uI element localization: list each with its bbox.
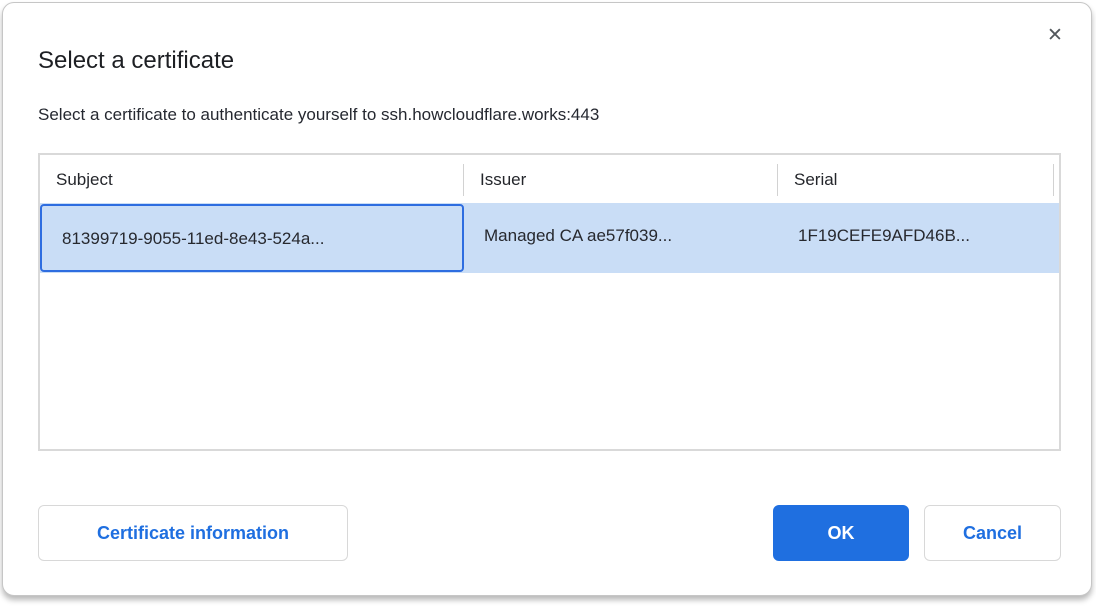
page-title: Select a certificate: [38, 47, 234, 75]
cell-subject: 81399719-9055-11ed-8e43-524a...: [40, 204, 464, 272]
certificate-table: Subject Issuer Serial 81399719-9055-11ed…: [38, 153, 1061, 451]
table-header-row: Subject Issuer Serial: [40, 155, 1059, 203]
cancel-button[interactable]: Cancel: [924, 505, 1061, 561]
certificate-information-button[interactable]: Certificate information: [38, 505, 348, 561]
certificate-dialog: ✕ Select a certificate Select a certific…: [2, 2, 1092, 596]
certificate-row-selected[interactable]: 81399719-9055-11ed-8e43-524a... Managed …: [40, 203, 1059, 273]
column-header-serial: Serial: [778, 155, 1054, 203]
ok-button[interactable]: OK: [773, 505, 909, 561]
dialog-subtitle: Select a certificate to authenticate you…: [38, 105, 599, 125]
column-header-issuer: Issuer: [464, 155, 778, 203]
cell-issuer: Managed CA ae57f039...: [464, 203, 778, 273]
close-button[interactable]: ✕: [1041, 21, 1069, 49]
column-header-subject: Subject: [40, 155, 464, 203]
cell-serial: 1F19CEFE9AFD46B...: [778, 203, 1054, 273]
close-icon: ✕: [1047, 26, 1063, 45]
